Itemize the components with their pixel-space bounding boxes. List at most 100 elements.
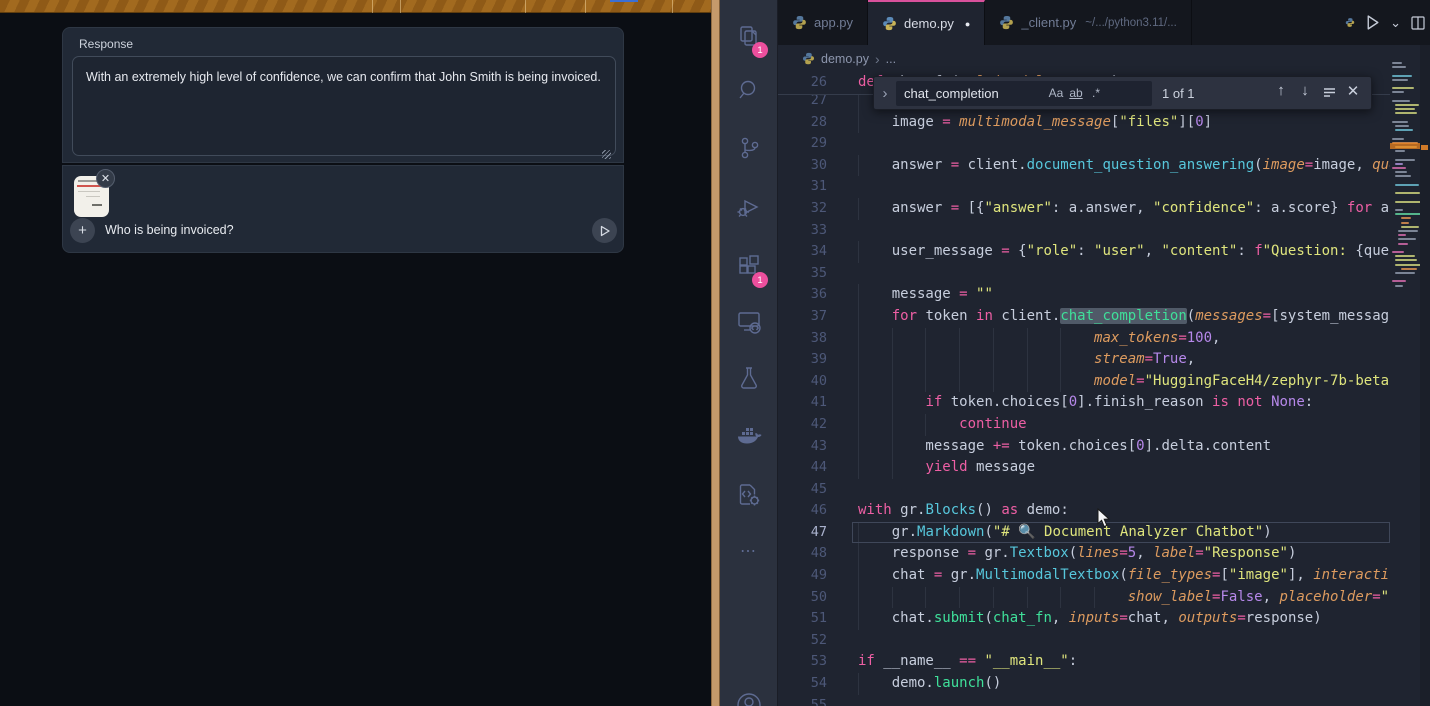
line-number[interactable]: 28 (778, 112, 840, 134)
response-textarea[interactable]: With an extremely high level of confiden… (72, 56, 616, 156)
line-number[interactable]: 53 (778, 651, 840, 673)
code-text: image = multimodal_message["files"][0] (840, 112, 1390, 134)
code-line[interactable]: 49 chat = gr.MultimodalTextbox(file_type… (778, 565, 1390, 587)
dev-container-config-icon[interactable] (720, 472, 778, 518)
breadcrumb-symbol[interactable]: ... (886, 52, 896, 66)
toggle-replace-chevron-icon[interactable]: › (874, 85, 896, 102)
line-number[interactable]: 45 (778, 479, 840, 501)
line-number[interactable]: 52 (778, 630, 840, 652)
chat-message-input[interactable]: Who is being invoiced? (105, 223, 234, 237)
line-number[interactable]: 54 (778, 673, 840, 695)
code-line[interactable]: 36 message = "" (778, 284, 1390, 306)
line-number[interactable]: 30 (778, 155, 840, 177)
line-number[interactable]: 49 (778, 565, 840, 587)
regex-toggle[interactable]: .* (1086, 86, 1106, 100)
line-number[interactable]: 42 (778, 414, 840, 436)
previous-match-button[interactable]: ↑ (1269, 82, 1293, 104)
search-icon[interactable] (720, 67, 778, 113)
code-text: user_message = {"role": "user", "content… (840, 241, 1390, 263)
add-file-button[interactable]: + (70, 218, 95, 243)
close-find-button[interactable]: ✕ (1341, 82, 1365, 104)
code-line[interactable]: 51 chat.submit(chat_fn, inputs=chat, out… (778, 608, 1390, 630)
explorer-icon[interactable]: 1 (720, 14, 778, 60)
line-number[interactable]: 48 (778, 543, 840, 565)
mouse-cursor (1097, 508, 1111, 533)
line-number[interactable]: 46 (778, 500, 840, 522)
line-number[interactable]: 35 (778, 263, 840, 285)
next-match-button[interactable]: ↓ (1293, 82, 1317, 104)
code-line[interactable]: 29 (778, 133, 1390, 155)
modified-dot-icon[interactable]: ● (965, 19, 970, 29)
code-line[interactable]: 28 image = multimodal_message["files"][0… (778, 112, 1390, 134)
whole-word-toggle[interactable]: ab (1066, 86, 1086, 100)
code-line[interactable]: 32 answer = [{"answer": a.answer, "confi… (778, 198, 1390, 220)
code-line[interactable]: 43 message += token.choices[0].delta.con… (778, 436, 1390, 458)
line-number[interactable]: 55 (778, 695, 840, 706)
code-line[interactable]: 30 answer = client.document_question_ans… (778, 155, 1390, 177)
line-number[interactable]: 40 (778, 371, 840, 393)
code-line[interactable]: 48 response = gr.Textbox(lines=5, label=… (778, 543, 1390, 565)
code-line[interactable]: 40 model="HuggingFaceH4/zephyr-7b-beta")… (778, 371, 1390, 393)
code-line[interactable]: 54 demo.launch() (778, 673, 1390, 695)
line-number[interactable]: 38 (778, 328, 840, 350)
code-line[interactable]: 53if __name__ == "__main__": (778, 651, 1390, 673)
line-number[interactable]: 43 (778, 436, 840, 458)
find-input[interactable] (896, 86, 1046, 101)
code-line[interactable]: 34 user_message = {"role": "user", "cont… (778, 241, 1390, 263)
line-number[interactable]: 51 (778, 608, 840, 630)
breadcrumb[interactable]: demo.py › ... (778, 45, 1390, 72)
code-line[interactable]: 55 (778, 695, 1390, 706)
line-number[interactable]: 31 (778, 176, 840, 198)
line-number[interactable]: 47 (778, 522, 840, 544)
line-number[interactable]: 36 (778, 284, 840, 306)
match-case-toggle[interactable]: Aa (1046, 86, 1066, 100)
run-button[interactable] (1364, 14, 1381, 31)
extensions-icon[interactable]: 1 (720, 244, 778, 290)
line-number[interactable]: 39 (778, 349, 840, 371)
send-button[interactable] (592, 218, 617, 243)
line-number[interactable]: 29 (778, 133, 840, 155)
split-editor-button[interactable] (1410, 15, 1426, 31)
code-line[interactable]: 31 (778, 176, 1390, 198)
code-line[interactable]: 46with gr.Blocks() as demo: (778, 500, 1390, 522)
breadcrumb-file[interactable]: demo.py (821, 52, 869, 66)
code-line[interactable]: 45 (778, 479, 1390, 501)
code-line[interactable]: 35 (778, 263, 1390, 285)
overview-ruler[interactable] (1420, 45, 1430, 706)
source-control-icon[interactable] (720, 125, 778, 171)
tab-client-py[interactable]: _client.py ~/.../python3.11/... (985, 0, 1191, 45)
remove-attachment-button[interactable]: ✕ (96, 169, 115, 188)
tab-demo-py[interactable]: demo.py ● (868, 0, 985, 45)
more-actions-icon[interactable]: ⋯ (720, 528, 778, 574)
line-number[interactable]: 41 (778, 392, 840, 414)
code-line[interactable]: 33 (778, 220, 1390, 242)
code-line[interactable]: 41 if token.choices[0].finish_reason is … (778, 392, 1390, 414)
code-line[interactable]: 52 (778, 630, 1390, 652)
code-line[interactable]: 47 gr.Markdown("# 🔍 Document Analyzer Ch… (778, 522, 1390, 544)
account-icon[interactable] (720, 680, 778, 706)
code-line[interactable]: 39 stream=True, (778, 349, 1390, 371)
code-line[interactable]: 50 show_label=False, placeholder="Upload… (778, 587, 1390, 609)
code-line[interactable]: 44 yield message (778, 457, 1390, 479)
code-line[interactable]: 42 continue (778, 414, 1390, 436)
line-number[interactable]: 33 (778, 220, 840, 242)
docker-icon[interactable] (720, 414, 778, 460)
remote-explorer-icon[interactable] (720, 299, 778, 345)
code-line[interactable]: 38 max_tokens=100, (778, 328, 1390, 350)
code-line[interactable]: 37 for token in client.chat_completion(m… (778, 306, 1390, 328)
run-dropdown-chevron-icon[interactable]: ⌄ (1390, 15, 1401, 31)
run-debug-icon[interactable] (720, 184, 778, 230)
line-number[interactable]: 50 (778, 587, 840, 609)
line-number[interactable]: 37 (778, 306, 840, 328)
code-editor[interactable]: 27 question = multimodal_message["text"]… (778, 72, 1390, 706)
minimap[interactable] (1390, 45, 1420, 706)
minimap-row (1395, 129, 1413, 131)
line-number[interactable]: 26 (778, 72, 840, 94)
line-number[interactable]: 44 (778, 457, 840, 479)
textarea-resize-handle[interactable] (602, 150, 611, 159)
find-in-selection-button[interactable] (1317, 82, 1341, 104)
line-number[interactable]: 34 (778, 241, 840, 263)
line-number[interactable]: 32 (778, 198, 840, 220)
tab-app-py[interactable]: app.py (778, 0, 868, 45)
testing-icon[interactable] (720, 355, 778, 401)
